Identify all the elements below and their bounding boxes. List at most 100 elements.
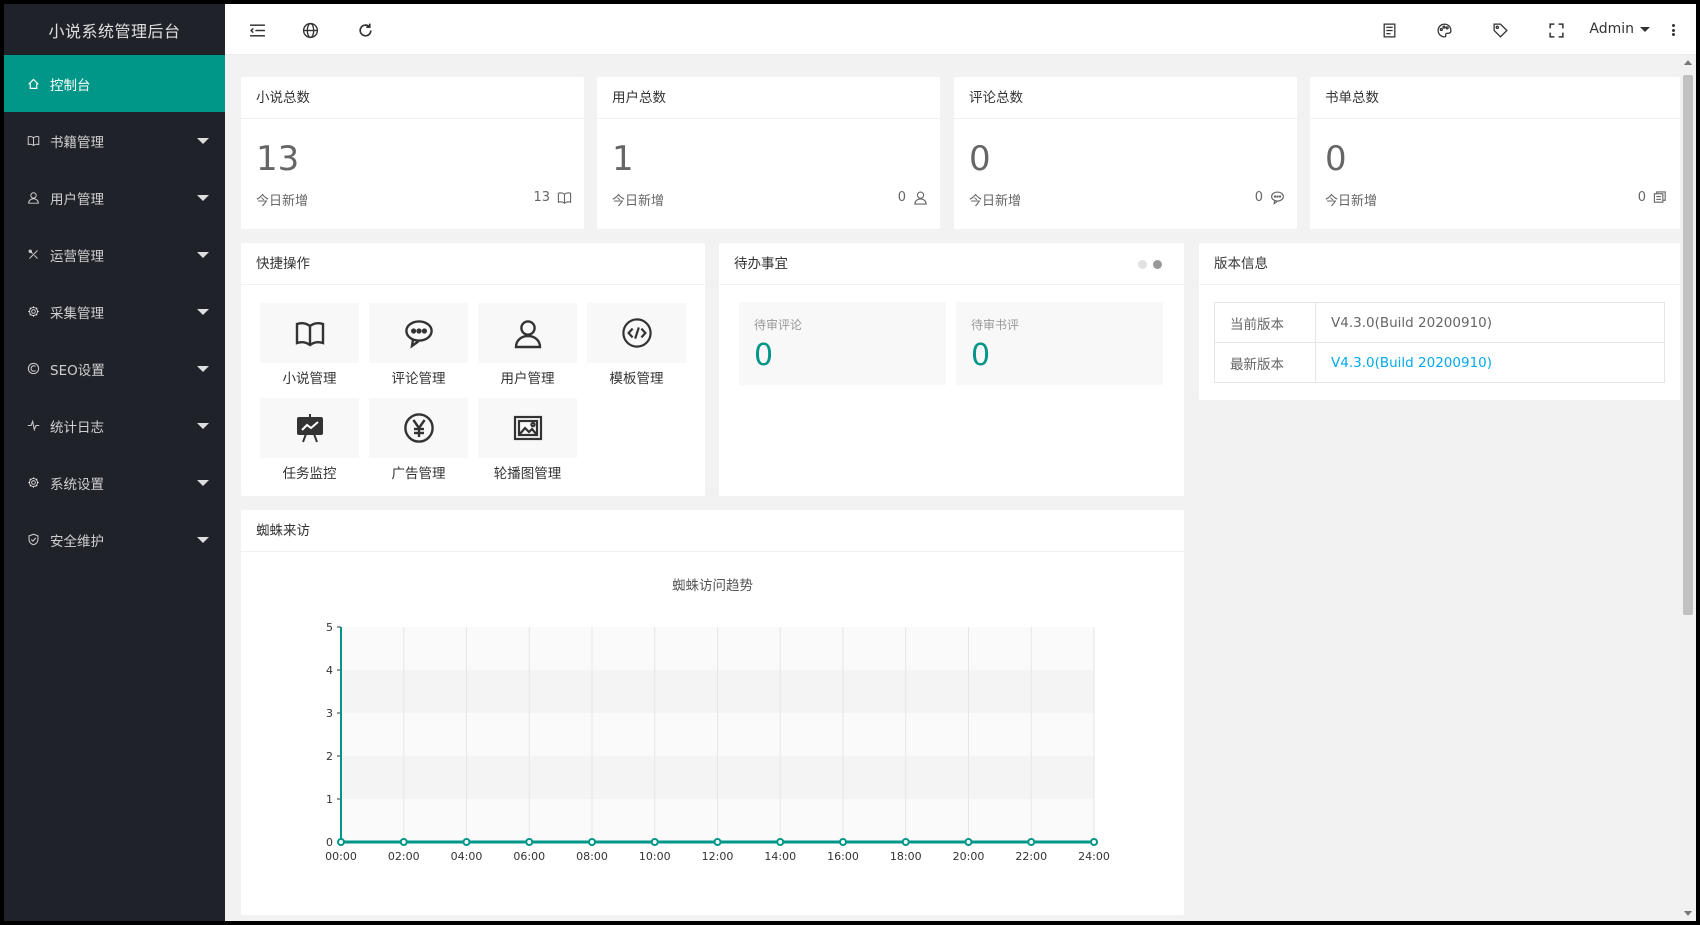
stat-card-3: 书单总数 0 今日新增 0 bbox=[1310, 77, 1680, 229]
quick-op-item[interactable]: 评论管理 bbox=[369, 303, 468, 387]
version-value: V4.3.0(Build 20200910) bbox=[1315, 302, 1665, 343]
quick-op-icon-box bbox=[478, 303, 577, 363]
seo-icon bbox=[22, 361, 44, 377]
sidebar-item-7[interactable]: 系统设置 bbox=[4, 454, 225, 511]
caret-down-icon bbox=[197, 195, 209, 201]
chart-point bbox=[588, 838, 596, 846]
todo-item-reviews[interactable]: 待审书评 0 bbox=[956, 302, 1163, 385]
quick-op-label: 广告管理 bbox=[391, 466, 446, 482]
chart-y-tick-label: 4 bbox=[326, 664, 333, 677]
table-row: 最新版本 V4.3.0(Build 20200910) bbox=[1214, 342, 1665, 383]
stat-value: 13 bbox=[256, 139, 300, 179]
stat-card-1: 用户总数 1 今日新增 0 bbox=[597, 77, 940, 229]
spider-trend-chart: 0 1 2 3 4 5 00:00 02:00 04:00 06:00 08:00 10:00 12:0… bbox=[325, 621, 1110, 863]
quick-op-label: 轮播图管理 bbox=[493, 466, 562, 482]
chart-y-tick-label: 2 bbox=[326, 750, 333, 763]
theme-icon[interactable] bbox=[1434, 20, 1454, 40]
chevron-down-icon bbox=[1640, 26, 1650, 32]
quick-op-label: 模板管理 bbox=[609, 371, 664, 387]
quick-op-item[interactable]: 用户管理 bbox=[478, 303, 577, 387]
quick-op-item[interactable]: 小说管理 bbox=[260, 303, 359, 387]
quick-op-label: 用户管理 bbox=[500, 371, 555, 387]
carousel-indicator[interactable] bbox=[1132, 260, 1162, 269]
stat-sub-value: 0 bbox=[1254, 190, 1263, 205]
globe-icon[interactable] bbox=[300, 20, 320, 40]
tag-icon[interactable] bbox=[1490, 20, 1510, 40]
user-menu[interactable]: Admin bbox=[1589, 21, 1650, 37]
sidebar-item-label: 运营管理 bbox=[50, 248, 104, 265]
book-icon bbox=[550, 190, 572, 205]
todo-title: 待办事宜 bbox=[719, 243, 1184, 285]
chart-point bbox=[1027, 838, 1036, 846]
booklist-icon bbox=[1646, 190, 1668, 205]
menu-toggle-icon[interactable] bbox=[247, 20, 267, 40]
stat-sub-value: 13 bbox=[533, 190, 550, 205]
scroll-down-icon[interactable] bbox=[1684, 911, 1692, 916]
chart-x-tick-label: 10:00 bbox=[639, 850, 671, 863]
todo-item-value: 0 bbox=[754, 338, 774, 373]
sidebar-item-8[interactable]: 安全维护 bbox=[4, 511, 225, 568]
home-icon bbox=[22, 76, 44, 92]
stat-value: 0 bbox=[1325, 139, 1347, 179]
page-scrollbar[interactable] bbox=[1680, 55, 1696, 921]
stat-value: 1 bbox=[612, 139, 634, 179]
stat-card-2: 评论总数 0 今日新增 0 bbox=[954, 77, 1297, 229]
quick-op-label: 小说管理 bbox=[282, 371, 337, 387]
sidebar-item-label: SEO设置 bbox=[50, 362, 105, 379]
stat-sub-label: 今日新增 bbox=[969, 194, 1022, 209]
gear-icon bbox=[22, 475, 44, 491]
carousel-dot[interactable] bbox=[1138, 260, 1147, 269]
chart-x-tick-label: 12:00 bbox=[702, 850, 734, 863]
shield-icon bbox=[22, 532, 44, 548]
chart-x-tick-label: 00:00 bbox=[325, 850, 357, 863]
sidebar-item-3[interactable]: 运营管理 bbox=[4, 226, 225, 283]
image-icon bbox=[512, 412, 544, 444]
chart-point bbox=[1090, 838, 1098, 846]
chart-x-tick-label: 24:00 bbox=[1078, 850, 1110, 863]
tools-icon bbox=[22, 247, 44, 263]
stat-sub-value: 0 bbox=[1637, 190, 1646, 205]
sidebar: 小说系统管理后台 控制台书籍管理用户管理运营管理采集管理 SEO设置统计日志 系统设… bbox=[4, 4, 225, 921]
chart-point bbox=[525, 838, 534, 846]
sidebar-item-0[interactable]: 控制台 bbox=[4, 55, 225, 112]
sidebar-item-4[interactable]: 采集管理 bbox=[4, 283, 225, 340]
spider-card: 蜘蛛来访 蜘蛛访问趋势 0 1 2 3 4 5 00:00 02:00 04:00 06:00 08… bbox=[241, 510, 1184, 915]
quick-op-item[interactable]: 广告管理 bbox=[369, 398, 468, 482]
yen-icon bbox=[403, 412, 435, 444]
version-key: 当前版本 bbox=[1214, 302, 1316, 343]
sidebar-item-label: 用户管理 bbox=[50, 191, 104, 208]
chart-point bbox=[462, 838, 471, 846]
latest-version-link[interactable]: V4.3.0(Build 20200910) bbox=[1315, 342, 1665, 383]
book-icon bbox=[294, 317, 326, 349]
code-icon bbox=[621, 317, 653, 349]
quick-op-label: 评论管理 bbox=[391, 371, 446, 387]
gear-icon bbox=[22, 304, 44, 320]
top-header: Admin bbox=[225, 4, 1696, 55]
sidebar-item-1[interactable]: 书籍管理 bbox=[4, 112, 225, 169]
todo-item-comments[interactable]: 待审评论 0 bbox=[739, 302, 946, 385]
quick-op-item[interactable]: 轮播图管理 bbox=[478, 398, 577, 482]
user-icon bbox=[22, 190, 44, 206]
fullscreen-icon[interactable] bbox=[1546, 20, 1566, 40]
sidebar-item-2[interactable]: 用户管理 bbox=[4, 169, 225, 226]
chart-point bbox=[776, 838, 785, 846]
refresh-icon[interactable] bbox=[355, 20, 375, 40]
sidebar-item-label: 安全维护 bbox=[50, 533, 104, 550]
chart-point bbox=[713, 838, 722, 846]
note-icon[interactable] bbox=[1379, 20, 1399, 40]
chart-point bbox=[337, 838, 345, 846]
app-logo-title[interactable]: 小说系统管理后台 bbox=[4, 4, 225, 55]
scroll-up-icon[interactable] bbox=[1684, 60, 1692, 65]
version-key: 最新版本 bbox=[1214, 342, 1316, 383]
quick-op-icon-box bbox=[260, 303, 359, 363]
carousel-dot-active[interactable] bbox=[1153, 260, 1162, 269]
quick-op-item[interactable]: 模板管理 bbox=[587, 303, 686, 387]
scroll-thumb[interactable] bbox=[1683, 75, 1693, 615]
sidebar-item-5[interactable]: SEO设置 bbox=[4, 340, 225, 397]
quick-op-item[interactable]: 任务监控 bbox=[260, 398, 359, 482]
more-vertical-icon[interactable] bbox=[1670, 20, 1676, 40]
book-icon bbox=[22, 133, 44, 149]
chart-y-tick-label: 1 bbox=[326, 793, 333, 806]
sidebar-item-label: 书籍管理 bbox=[50, 134, 104, 151]
sidebar-item-6[interactable]: 统计日志 bbox=[4, 397, 225, 454]
